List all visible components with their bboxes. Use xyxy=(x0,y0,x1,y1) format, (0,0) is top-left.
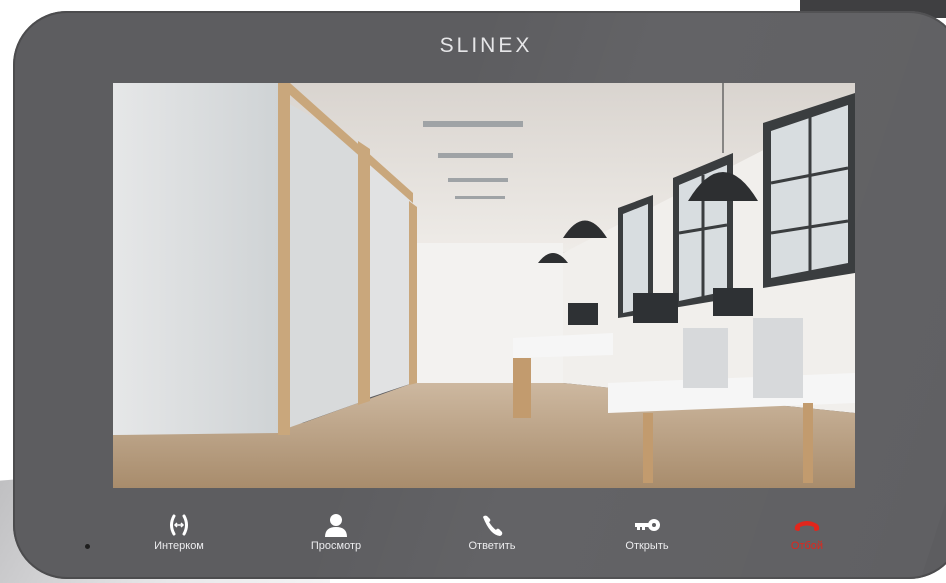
intercom-button[interactable]: Интерком xyxy=(124,512,234,552)
video-screen xyxy=(113,83,855,488)
answer-button[interactable]: Ответить xyxy=(437,512,547,552)
status-led xyxy=(85,544,90,549)
open-button[interactable]: Открыть xyxy=(592,512,702,552)
brand-logo: SLINEX xyxy=(439,34,533,57)
handset-icon xyxy=(483,515,503,536)
intercom-icon xyxy=(170,514,188,536)
person-icon xyxy=(325,514,347,537)
answer-label: Ответить xyxy=(468,540,516,552)
open-label: Открыть xyxy=(625,540,669,552)
view-button[interactable]: Просмотр xyxy=(281,512,391,552)
hangup-label: Отбой xyxy=(790,540,824,552)
key-icon xyxy=(635,519,660,531)
hangup-button[interactable]: Отбой xyxy=(752,512,862,552)
view-label: Просмотр xyxy=(310,540,362,552)
office-camera-view xyxy=(113,83,855,488)
hangup-icon xyxy=(794,521,820,531)
intercom-label: Интерком xyxy=(154,540,204,552)
